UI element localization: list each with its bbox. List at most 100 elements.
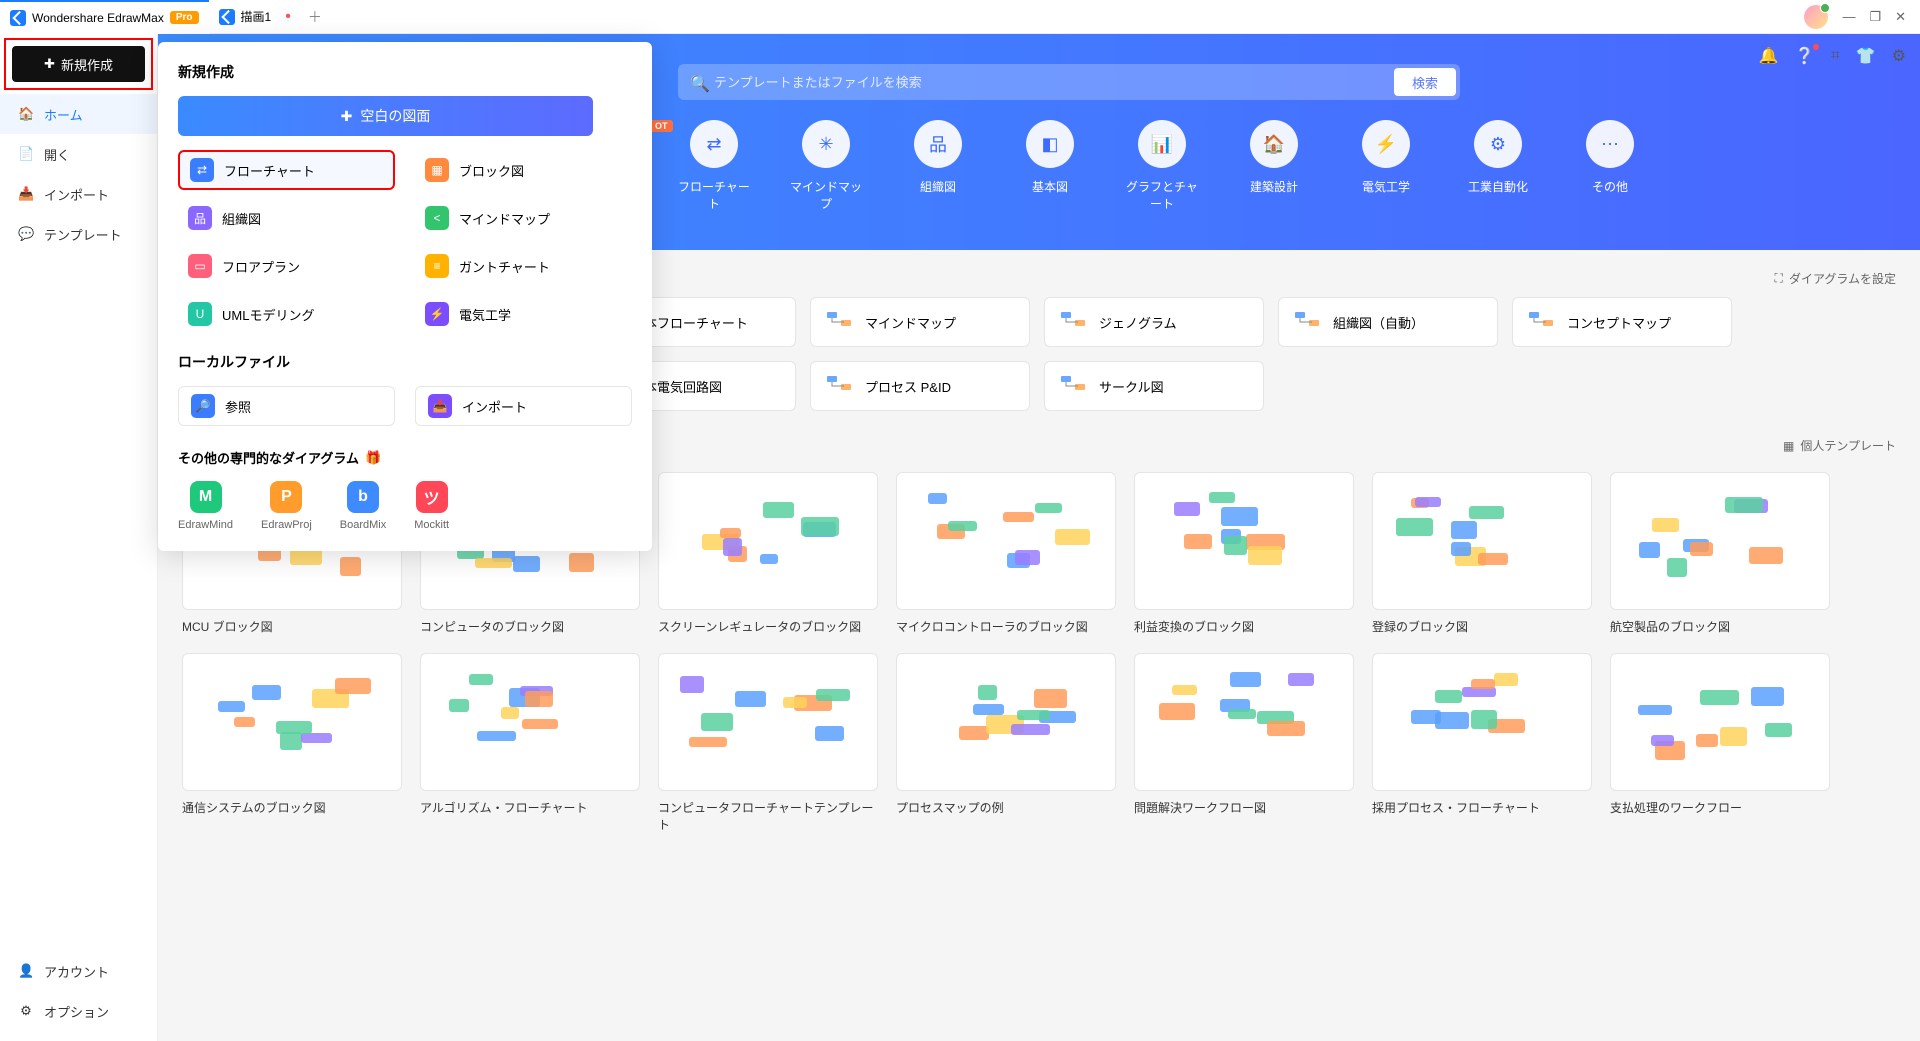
template-card[interactable]: 支払処理のワークフロー — [1610, 653, 1830, 833]
template-name: 航空製品のブロック図 — [1610, 618, 1830, 635]
diagram-type-label: フローチャート — [224, 161, 315, 180]
sidebar-item-import[interactable]: 📥 インポート — [0, 174, 157, 214]
plus-icon: ✚ — [44, 56, 55, 72]
doc-logo-icon — [219, 9, 235, 25]
window-maximize[interactable]: ❐ — [1869, 9, 1881, 25]
sidebar: ✚ 新規作成 🏠 ホーム 📄 開く 📥 インポート 💬 テンプレート 👤 アカウ… — [0, 34, 158, 1041]
chip-icon — [825, 310, 853, 334]
window-minimize[interactable]: — — [1842, 9, 1855, 24]
template-card[interactable]: 問題解決ワークフロー図 — [1134, 653, 1354, 833]
app-1[interactable]: PEdrawProj — [261, 481, 312, 531]
category-icon: ◧ — [1026, 120, 1074, 168]
category-4[interactable]: 📊グラフとチャート — [1126, 120, 1198, 212]
help-icon[interactable]: ❔ — [1795, 46, 1815, 66]
template-card[interactable]: 登録のブロック図 — [1372, 472, 1592, 635]
avatar-icon[interactable] — [1804, 5, 1828, 29]
template-name: 問題解決ワークフロー図 — [1134, 799, 1354, 816]
diagram-type-1[interactable]: ▦ブロック図 — [415, 150, 632, 190]
sidebar-item-account[interactable]: 👤 アカウント — [0, 951, 157, 991]
import-icon: 📥 — [18, 186, 34, 202]
diagram-type-label: ブロック図 — [459, 161, 524, 180]
template-card[interactable]: 利益変換のブロック図 — [1134, 472, 1354, 635]
diagram-type-6[interactable]: UUMLモデリング — [178, 294, 395, 334]
apps-icon[interactable]: ⌗ — [1831, 47, 1840, 65]
diagram-type-0[interactable]: ⇄フローチャート — [178, 150, 395, 190]
template-card[interactable]: 採用プロセス・フローチャート — [1372, 653, 1592, 833]
diagram-type-icon: U — [188, 302, 212, 326]
type-chip[interactable]: 組織図（自動） — [1278, 297, 1498, 347]
diagram-type-7[interactable]: ⚡電気工学 — [415, 294, 632, 334]
app-label: Mockitt — [414, 519, 449, 531]
tab-app[interactable]: Wondershare EdrawMax Pro — [0, 0, 209, 34]
category-icon: ✳ — [802, 120, 850, 168]
local-file-section: ローカルファイル 🔎参照 📥インポート — [178, 352, 632, 426]
file-icon: 📄 — [18, 146, 34, 162]
sidebar-item-templates[interactable]: 💬 テンプレート — [0, 214, 157, 254]
category-label: グラフとチャート — [1126, 178, 1198, 212]
type-chip[interactable]: ジェノグラム — [1044, 297, 1264, 347]
category-0[interactable]: ⇄フローチャート — [678, 120, 750, 212]
category-5[interactable]: 🏠建築設計 — [1238, 120, 1310, 212]
diagram-type-icon: < — [425, 206, 449, 230]
type-chip[interactable]: サークル図 — [1044, 361, 1264, 411]
template-name: コンピュータフローチャートテンプレート — [658, 799, 878, 833]
category-label: 電気工学 — [1350, 178, 1422, 195]
template-card[interactable]: マイクロコントローラのブロック図 — [896, 472, 1116, 635]
tshirt-icon[interactable]: 👕 — [1856, 46, 1876, 66]
sidebar-label: ホーム — [44, 105, 83, 124]
blank-diagram-button[interactable]: ✚ 空白の図面 — [178, 96, 593, 136]
diagram-type-3[interactable]: <マインドマップ — [415, 198, 632, 238]
sidebar-item-options[interactable]: ⚙ オプション — [0, 991, 157, 1031]
template-card[interactable]: コンピュータフローチャートテンプレート — [658, 653, 878, 833]
window-close[interactable]: ✕ — [1895, 9, 1906, 25]
category-label: 組織図 — [902, 178, 974, 195]
template-thumbnail — [1134, 653, 1354, 791]
diagram-type-2[interactable]: 品組織図 — [178, 198, 395, 238]
category-icon: 🏠 — [1250, 120, 1298, 168]
chip-label: 組織図（自動） — [1333, 313, 1424, 332]
local-button-label: 参照 — [225, 397, 251, 416]
template-card[interactable]: 通信システムのブロック図 — [182, 653, 402, 833]
category-2[interactable]: 品組織図 — [902, 120, 974, 212]
diagram-type-icon: ▭ — [188, 254, 212, 278]
settings-icon[interactable]: ⚙ — [1892, 46, 1906, 66]
bell-icon[interactable]: 🔔 — [1759, 46, 1779, 66]
local-file-title: ローカルファイル — [178, 352, 632, 372]
app-3[interactable]: ツMockitt — [414, 481, 449, 531]
app-icon: b — [347, 481, 379, 513]
chip-icon — [1527, 310, 1555, 334]
category-7[interactable]: ⚙工業自動化 — [1462, 120, 1534, 212]
template-card[interactable]: アルゴリズム・フローチャート — [420, 653, 640, 833]
category-6[interactable]: ⚡電気工学 — [1350, 120, 1422, 212]
type-chip[interactable]: コンセプトマップ — [1512, 297, 1732, 347]
sidebar-item-open[interactable]: 📄 開く — [0, 134, 157, 174]
type-chip[interactable]: プロセス P&ID — [810, 361, 1030, 411]
app-0[interactable]: MEdrawMind — [178, 481, 233, 531]
diagram-type-4[interactable]: ▭フロアプラン — [178, 246, 395, 286]
category-8[interactable]: ⋯その他 — [1574, 120, 1646, 212]
app-name: Wondershare EdrawMax — [32, 11, 164, 25]
local-button-0[interactable]: 🔎参照 — [178, 386, 395, 426]
template-name: 通信システムのブロック図 — [182, 799, 402, 816]
category-1[interactable]: ✳マインドマップ — [790, 120, 862, 212]
category-3[interactable]: ◧基本図 — [1014, 120, 1086, 212]
template-card[interactable]: 航空製品のブロック図 — [1610, 472, 1830, 635]
user-icon: 👤 — [18, 963, 34, 979]
app-2[interactable]: bBoardMix — [340, 481, 386, 531]
app-logo-icon — [10, 10, 26, 26]
search-input[interactable] — [678, 64, 1460, 100]
local-button-1[interactable]: 📥インポート — [415, 386, 632, 426]
diagram-type-5[interactable]: ≡ガントチャート — [415, 246, 632, 286]
new-document-popup: 新規作成 ✚ 空白の図面 ⇄フローチャート▦ブロック図品組織図<マインドマップ▭… — [158, 42, 652, 551]
tab-document[interactable]: 描画1 — [209, 0, 301, 34]
new-button[interactable]: ✚ 新規作成 — [12, 46, 145, 82]
search-button[interactable]: 検索 — [1394, 68, 1456, 96]
settings-small-icon: ⛶ — [1775, 271, 1783, 286]
new-tab-button[interactable]: ＋ — [301, 7, 329, 27]
template-card[interactable]: プロセスマップの例 — [896, 653, 1116, 833]
app-label: EdrawMind — [178, 519, 233, 531]
template-card[interactable]: スクリーンレギュレータのブロック図 — [658, 472, 878, 635]
sidebar-item-home[interactable]: 🏠 ホーム — [0, 94, 157, 134]
local-buttons: 🔎参照 📥インポート — [178, 386, 632, 426]
type-chip[interactable]: マインドマップ — [810, 297, 1030, 347]
